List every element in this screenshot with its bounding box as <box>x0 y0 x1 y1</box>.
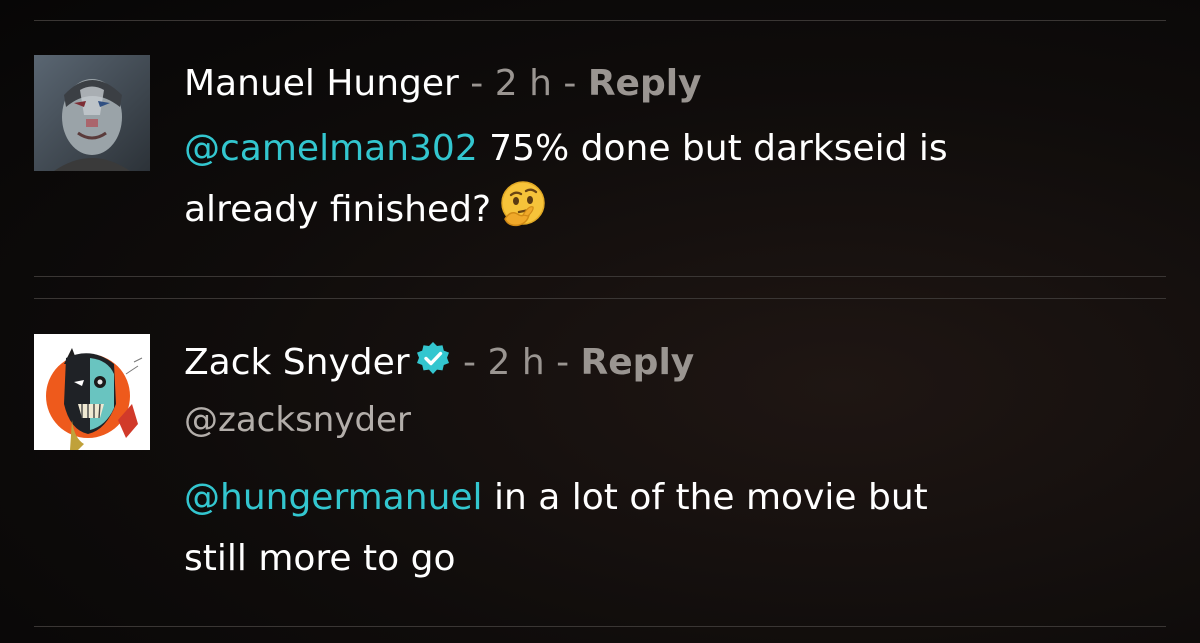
top-divider <box>34 20 1166 21</box>
comment-divider <box>34 276 1166 277</box>
comment-text-segment: in a lot of the movie but <box>482 477 928 518</box>
reply-button[interactable]: Reply <box>581 342 695 383</box>
comment-line: @hungermanuel in a lot of the movie but <box>184 467 1174 528</box>
user-avatar-image <box>34 334 150 450</box>
mention-link[interactable]: @hungermanuel <box>184 477 483 518</box>
separator: - <box>544 342 581 383</box>
author-name[interactable]: Manuel Hunger <box>184 63 459 104</box>
separator: - <box>551 63 588 104</box>
timestamp: 2 h <box>494 63 552 104</box>
comment-header: Manuel Hunger - 2 h - Reply <box>184 62 702 106</box>
bottom-divider <box>34 626 1166 627</box>
thinking-face-icon <box>497 179 549 250</box>
comment-divider <box>34 298 1166 299</box>
user-handle[interactable]: @zacksnyder <box>184 398 411 442</box>
avatar[interactable] <box>34 55 150 171</box>
comment-line: @camelman302 75% done but darkseid is <box>184 118 1174 179</box>
comment-text: @hungermanuel in a lot of the movie but … <box>184 467 1174 589</box>
comment-text-segment: still more to go <box>184 538 456 579</box>
comment-line: still more to go <box>184 528 1174 589</box>
verified-badge-icon <box>414 340 452 389</box>
comment-text-segment: already finished? <box>184 189 492 230</box>
user-avatar-image <box>34 55 150 171</box>
mention-link[interactable]: @camelman302 <box>184 128 478 169</box>
separator: - <box>458 63 495 104</box>
reply-button[interactable]: Reply <box>588 63 702 104</box>
timestamp: 2 h <box>487 342 545 383</box>
comment-text: @camelman302 75% done but darkseid is al… <box>184 118 1174 250</box>
comment-text-segment: 75% done but darkseid is <box>477 128 948 169</box>
avatar[interactable] <box>34 334 150 450</box>
comment-line: already finished? <box>184 179 1174 250</box>
separator: - <box>451 342 488 383</box>
author-name[interactable]: Zack Snyder <box>184 342 410 383</box>
comment-header: Zack Snyder - 2 h - Reply <box>184 340 694 389</box>
